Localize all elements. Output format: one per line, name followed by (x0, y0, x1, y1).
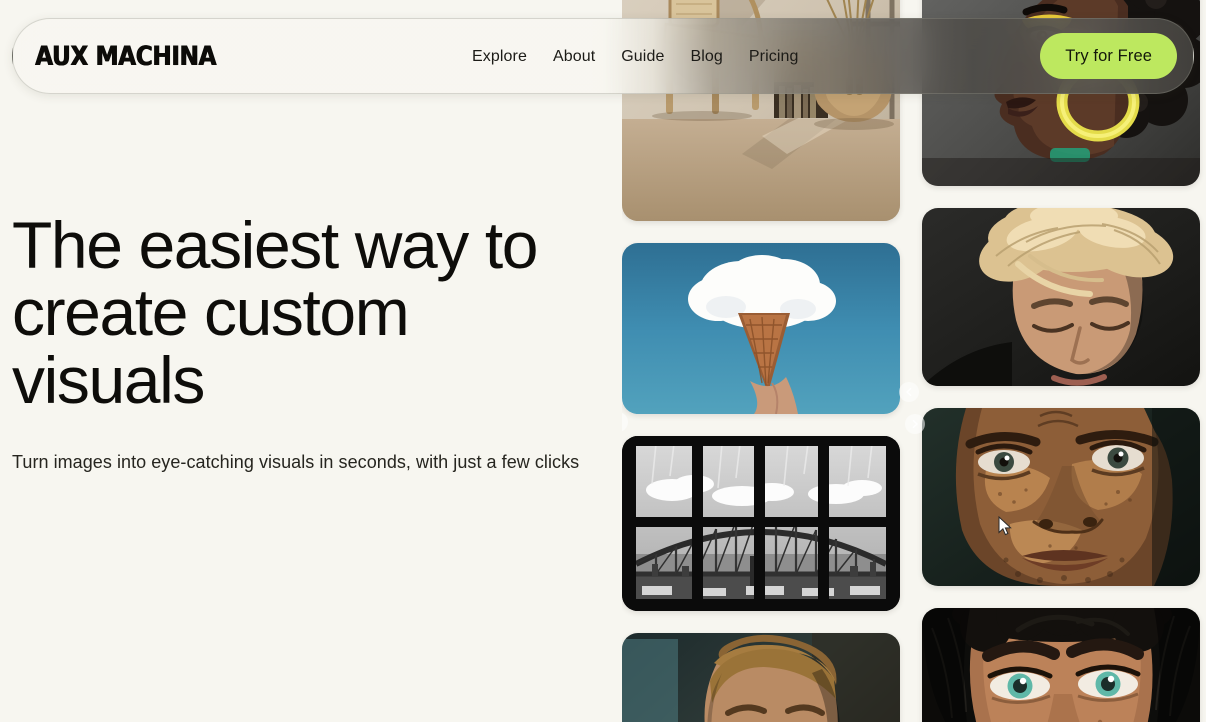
gallery-next-button-column2[interactable] (905, 414, 925, 434)
chevron-left-icon (906, 387, 912, 397)
portrait-green-eyes-illustration (922, 608, 1200, 722)
try-for-free-button[interactable]: Try for Free (1040, 33, 1177, 79)
nav-item-guide[interactable]: Guide (621, 48, 664, 66)
gallery-image-bridge-window-bw[interactable] (622, 436, 900, 611)
navbar: AUX MACHINA Explore About Guide Blog Pri… (12, 18, 1194, 94)
gallery-column-2 (922, 0, 1200, 722)
gallery-image-portrait-man-desk[interactable] (622, 633, 900, 722)
gallery-prev-button-column2[interactable] (899, 382, 919, 402)
nav-item-explore[interactable]: Explore (472, 48, 527, 66)
bridge-through-window-illustration (622, 436, 900, 611)
nav-item-pricing[interactable]: Pricing (749, 48, 799, 66)
gallery-column-1 (622, 0, 900, 722)
portrait-man-desk-illustration (622, 633, 900, 722)
chevron-left-icon (622, 417, 623, 427)
navbar-cta-area: Try for Free (1040, 33, 1177, 79)
hero-title: The easiest way to create custom visuals (12, 208, 538, 417)
nav-item-blog[interactable]: Blog (690, 48, 722, 66)
nav-item-about[interactable]: About (553, 48, 595, 66)
hero-subtitle: Turn images into eye-catching visuals in… (12, 451, 580, 472)
logo-aux-machina[interactable]: AUX MACHINA (35, 43, 216, 70)
gallery-image-portrait-weathered-man[interactable] (922, 408, 1200, 586)
hero-section: The easiest way to create custom visuals… (12, 208, 602, 478)
chevron-right-icon (912, 419, 918, 429)
ice-cream-cloud-illustration (622, 243, 900, 414)
image-gallery (622, 0, 1206, 722)
gallery-image-portrait-blonde[interactable] (922, 208, 1200, 386)
portrait-blonde-illustration (922, 208, 1200, 386)
gallery-image-ice-cream-cloud[interactable] (622, 243, 900, 414)
gallery-image-portrait-green-eyes[interactable] (922, 608, 1200, 722)
portrait-weathered-man-illustration (922, 408, 1200, 586)
primary-nav: Explore About Guide Blog Pricing (472, 19, 799, 93)
